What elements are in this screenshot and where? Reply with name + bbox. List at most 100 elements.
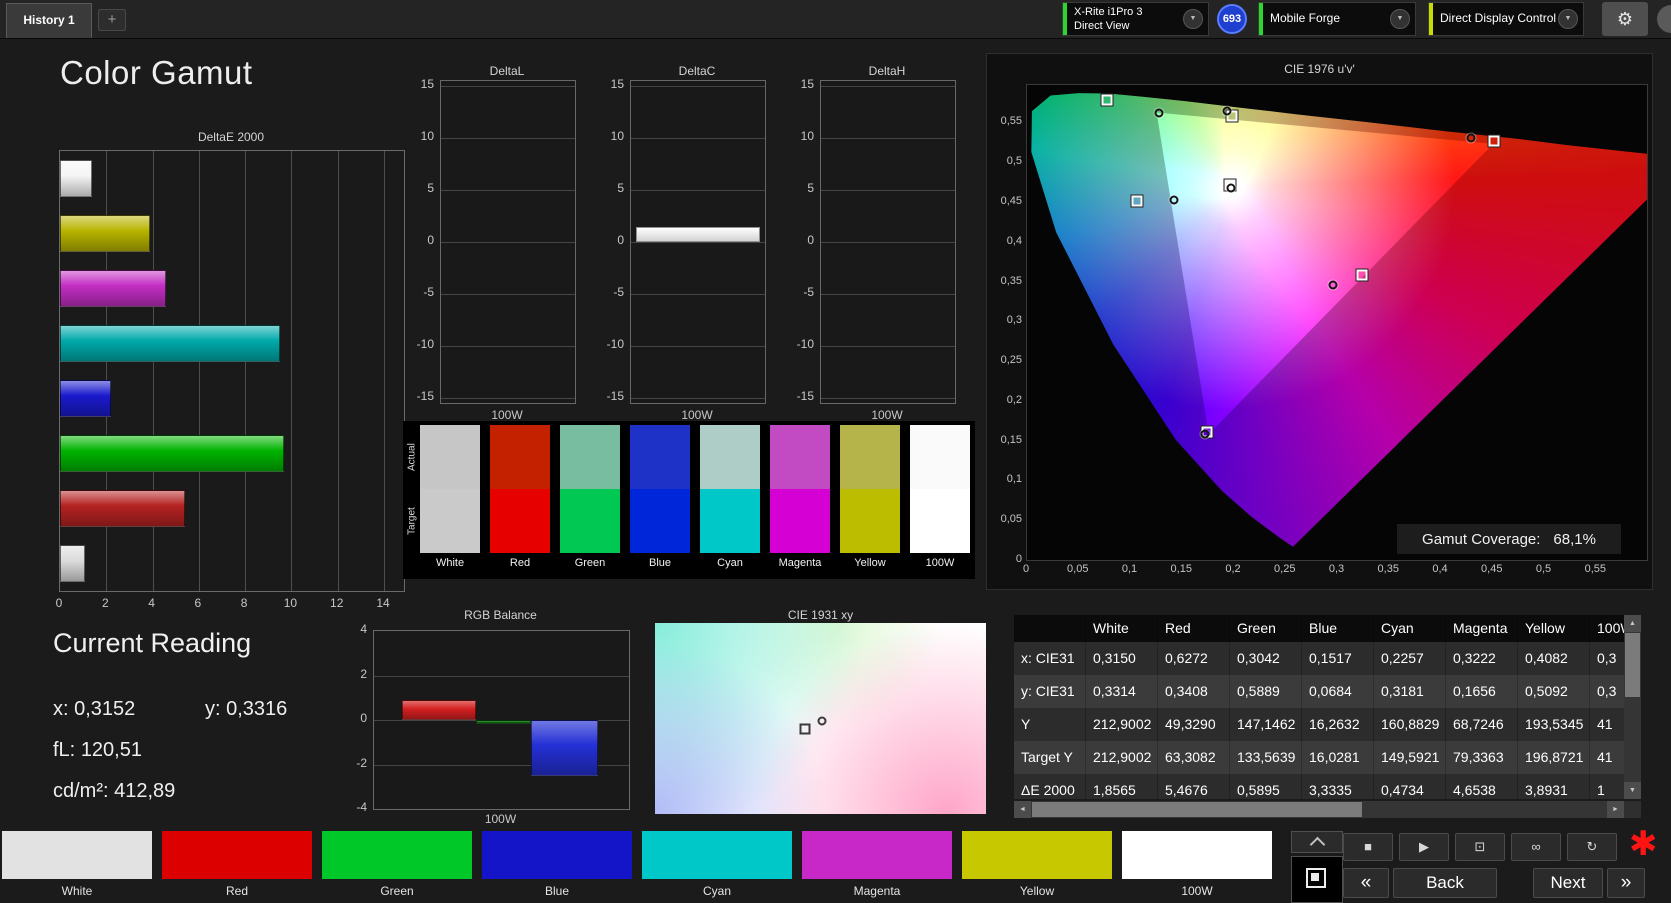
table-cell: 147,1462 bbox=[1230, 708, 1302, 741]
chevron-down-icon: ▼ bbox=[1390, 9, 1410, 29]
gridline bbox=[631, 398, 765, 399]
gridline bbox=[441, 294, 575, 295]
table-cell: 41 bbox=[1590, 741, 1624, 774]
back-arrow-button[interactable]: « bbox=[1343, 868, 1389, 898]
meter-mode: Direct View bbox=[1074, 19, 1142, 33]
settings-button[interactable]: ⚙ bbox=[1602, 2, 1648, 36]
axis-tick-label: 10 bbox=[284, 596, 297, 610]
table-row[interactable]: Y212,900249,3290147,146216,2632160,88296… bbox=[1014, 708, 1624, 741]
delta-l-plot bbox=[440, 80, 576, 404]
column-header: 100W bbox=[1590, 615, 1624, 642]
table-header-row: WhiteRedGreenBlueCyanMagentaYellow100W bbox=[1014, 615, 1624, 642]
actual-swatch bbox=[770, 425, 830, 489]
table-vertical-scrollbar[interactable]: ▲ ▼ bbox=[1624, 615, 1641, 799]
axis-tick-label: -10 bbox=[596, 337, 624, 351]
pattern-button-magenta[interactable]: Magenta bbox=[802, 831, 952, 901]
table-horizontal-scrollbar[interactable]: ◄ ► bbox=[1014, 801, 1624, 818]
gridline bbox=[821, 346, 955, 347]
table-cell: 1 bbox=[1590, 774, 1624, 799]
scroll-right-button[interactable]: ► bbox=[1607, 801, 1624, 818]
reading-cdm2-label: cd/m²: bbox=[53, 780, 109, 802]
measurement-table: WhiteRedGreenBlueCyanMagentaYellow100Wx:… bbox=[1014, 615, 1624, 799]
axis-tick-label: 0,4 bbox=[991, 235, 1022, 247]
pattern-window-button[interactable] bbox=[1291, 856, 1343, 903]
delta-l-x-label: 100W bbox=[440, 408, 574, 422]
back-button[interactable]: Back bbox=[1393, 868, 1497, 898]
measured-point-marker bbox=[1201, 430, 1210, 439]
vertical-scrollbar-thumb[interactable] bbox=[1625, 633, 1640, 697]
scroll-left-button[interactable]: ◄ bbox=[1014, 801, 1031, 818]
pattern-button-cyan[interactable]: Cyan bbox=[642, 831, 792, 901]
gridline bbox=[441, 398, 575, 399]
target-swatch bbox=[490, 489, 550, 553]
delta-c-chart: DeltaC 100W 151050-5-10-15 bbox=[596, 64, 764, 424]
reading-cdm2-value: 412,89 bbox=[114, 780, 175, 802]
pattern-button-red[interactable]: Red bbox=[162, 831, 312, 901]
table-row[interactable]: y: CIE310,33140,34080,58890,06840,31810,… bbox=[1014, 675, 1624, 708]
refresh-button[interactable]: ↻ bbox=[1567, 833, 1617, 861]
pattern-label: Red bbox=[162, 884, 312, 898]
add-tab-button[interactable]: + bbox=[98, 9, 126, 31]
table-cell: 0,1517 bbox=[1302, 642, 1374, 675]
target-point-marker bbox=[1357, 270, 1368, 281]
expand-panel-button[interactable] bbox=[1291, 831, 1343, 853]
target-point-marker bbox=[1101, 95, 1112, 106]
delta-h-plot bbox=[820, 80, 956, 404]
pattern-button-green[interactable]: Green bbox=[322, 831, 472, 901]
table-cell: 0,3181 bbox=[1374, 675, 1446, 708]
capture-button[interactable]: ⊡ bbox=[1455, 833, 1505, 861]
row-label: ΔE 2000 bbox=[1014, 774, 1086, 799]
measurement-count-badge[interactable]: 693 bbox=[1214, 3, 1250, 35]
swatch-label: Red bbox=[485, 557, 555, 569]
pattern-label: Green bbox=[322, 884, 472, 898]
swatch-column-100w: 100W bbox=[910, 421, 970, 579]
horizontal-scrollbar-thumb[interactable] bbox=[1032, 802, 1362, 817]
scroll-up-button[interactable]: ▲ bbox=[1624, 615, 1641, 632]
table-cell: 0,5092 bbox=[1518, 675, 1590, 708]
target-swatch bbox=[630, 489, 690, 553]
pattern-button-yellow[interactable]: Yellow bbox=[962, 831, 1112, 901]
edge-clipped-button[interactable] bbox=[1657, 5, 1671, 33]
measured-point-marker bbox=[1329, 280, 1338, 289]
table-row[interactable]: x: CIE310,31500,62720,30420,15170,22570,… bbox=[1014, 642, 1624, 675]
stop-button[interactable]: ■ bbox=[1343, 833, 1393, 861]
meter-dropdown[interactable]: X-Rite i1Pro 3 Direct View ▼ bbox=[1062, 2, 1209, 36]
axis-tick-label: 0 bbox=[56, 596, 63, 610]
table-cell: 0,3222 bbox=[1446, 642, 1518, 675]
scroll-down-button[interactable]: ▼ bbox=[1624, 782, 1641, 799]
green-balance-bar bbox=[476, 720, 531, 724]
target-point-marker bbox=[800, 723, 811, 734]
tab-history-1[interactable]: History 1 bbox=[6, 3, 92, 38]
table-cell: 0,0684 bbox=[1302, 675, 1374, 708]
axis-tick-label: -5 bbox=[786, 285, 814, 299]
pattern-label: 100W bbox=[1122, 884, 1272, 898]
gridline bbox=[821, 190, 955, 191]
source-dropdown[interactable]: Mobile Forge ▼ bbox=[1258, 2, 1416, 36]
pattern-swatch bbox=[642, 831, 792, 879]
table-cell: 4,6538 bbox=[1446, 774, 1518, 799]
axis-tick-label: 0,55 bbox=[1585, 563, 1606, 575]
next-button[interactable]: Next bbox=[1533, 868, 1603, 898]
table-row[interactable]: ΔE 20001,85655,46760,58953,33350,47344,6… bbox=[1014, 774, 1624, 799]
deltae-bar-yellow bbox=[60, 215, 150, 252]
table-cell: 63,3082 bbox=[1158, 741, 1230, 774]
table-cell: 16,0281 bbox=[1302, 741, 1374, 774]
deltae-bar-green bbox=[60, 435, 284, 472]
next-arrow-button[interactable]: » bbox=[1607, 868, 1645, 898]
chevron-down-icon: ▼ bbox=[1183, 9, 1203, 29]
gridline bbox=[631, 138, 765, 139]
display-control-dropdown[interactable]: Direct Display Control ▼ bbox=[1428, 2, 1584, 36]
axis-tick-label: 2 bbox=[102, 596, 109, 610]
axis-tick-label: -10 bbox=[786, 337, 814, 351]
pattern-button-100w[interactable]: 100W bbox=[1122, 831, 1272, 901]
pattern-swatch bbox=[802, 831, 952, 879]
table-row[interactable]: Target Y212,900263,3082133,563916,028114… bbox=[1014, 741, 1624, 774]
pattern-button-blue[interactable]: Blue bbox=[482, 831, 632, 901]
continuous-button[interactable]: ∞ bbox=[1511, 833, 1561, 861]
pattern-button-white[interactable]: White bbox=[2, 831, 152, 901]
play-button[interactable]: ▶ bbox=[1399, 833, 1449, 861]
target-swatch bbox=[560, 489, 620, 553]
reading-x: x: 0,3152 bbox=[53, 698, 135, 721]
delta-c-plot bbox=[630, 80, 766, 404]
reading-x-value: 0,3152 bbox=[74, 698, 135, 720]
